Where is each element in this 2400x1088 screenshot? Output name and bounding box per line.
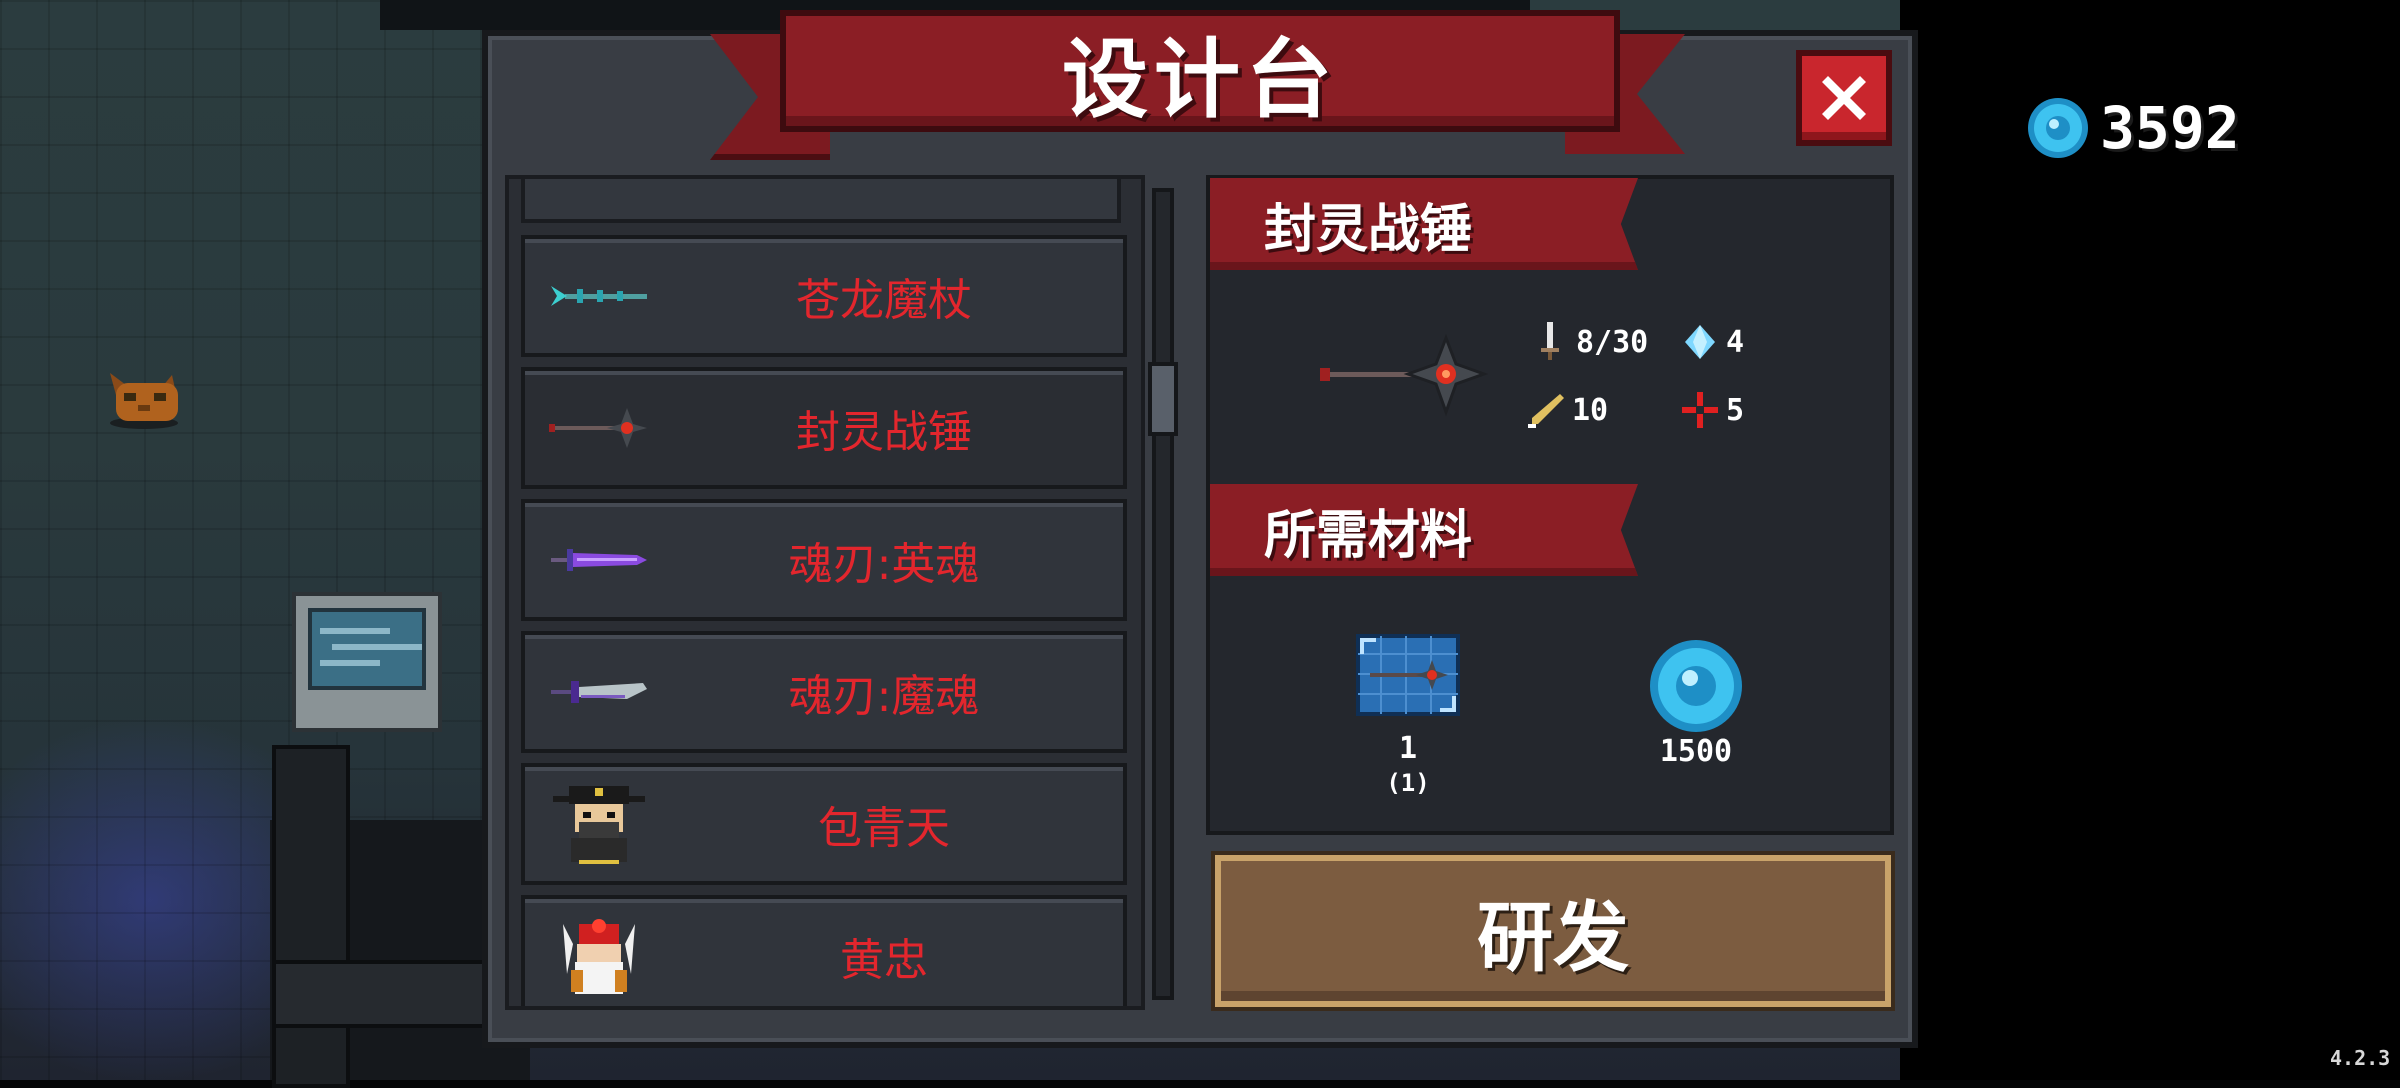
list-item-label: 苍龙魔杖 <box>796 275 972 326</box>
close-x-icon <box>1822 76 1866 120</box>
list-item-huang-zhong[interactable]: 黄忠 <box>521 895 1127 1006</box>
currency-display: 3592 <box>2026 94 2240 162</box>
material-blueprint-count: 1 (1) <box>1386 731 1430 798</box>
crosshair-icon <box>1682 392 1718 428</box>
research-button[interactable]: 研发 <box>1215 855 1891 1007</box>
scrollbar-track[interactable] <box>1152 188 1174 1000</box>
spiked-mace-icon <box>549 408 647 448</box>
stat-damage: 8/30 <box>1530 322 1648 362</box>
list-item-partial <box>521 179 1121 223</box>
dragon-staff-icon <box>551 286 647 306</box>
gem-amount: 3592 <box>2100 94 2240 162</box>
list-item-label: 魂刃:英魂 <box>788 539 980 590</box>
item-name-banner: 封灵战锤 <box>1210 178 1638 270</box>
list-item-label: 黄忠 <box>840 935 928 986</box>
recipe-list[interactable]: 苍龙魔杖 封灵战锤 魂刃:英魂 魂刃:魔魂 包青天 黄忠 <box>505 175 1145 1010</box>
purple-blade-icon <box>551 681 647 703</box>
judge-character-icon <box>553 786 645 864</box>
gem-icon[interactable] <box>1646 636 1746 736</box>
gem-icon <box>2028 98 2088 158</box>
purple-sword-icon <box>551 549 647 571</box>
list-item-soul-blade-hero[interactable]: 魂刃:英魂 <box>521 499 1127 621</box>
close-button[interactable] <box>1796 50 1892 146</box>
list-item-spiked-mace[interactable]: 封灵战锤 <box>521 367 1127 489</box>
list-item-soul-blade-demon[interactable]: 魂刃:魔魂 <box>521 631 1127 753</box>
wall-segment <box>272 745 350 1088</box>
materials-title: 所需材料 <box>1264 505 1473 566</box>
list-item-dragon-staff[interactable]: 苍龙魔杖 <box>521 235 1127 357</box>
stat-accuracy: 10 <box>1526 390 1608 430</box>
sword-icon <box>1541 322 1559 360</box>
item-name: 封灵战锤 <box>1264 199 1473 260</box>
computer-terminal <box>292 592 442 742</box>
stat-critical: 5 <box>1680 390 1744 430</box>
list-item-bao-qingtian[interactable]: 包青天 <box>521 763 1127 885</box>
dialog-title-banner: 设计台 <box>780 10 1620 132</box>
list-item-label: 封灵战锤 <box>796 407 972 458</box>
material-gem-count: 1500 <box>1659 734 1733 769</box>
materials-banner: 所需材料 <box>1210 484 1638 576</box>
scrollbar-thumb[interactable] <box>1148 362 1178 436</box>
list-item-label: 魂刃:魔魂 <box>788 671 980 722</box>
energy-crystal-icon <box>1685 325 1715 359</box>
stat-energy: 4 <box>1680 322 1744 362</box>
blueprint-icon[interactable] <box>1356 634 1460 716</box>
dialog-title: 设计台 <box>1062 29 1338 130</box>
cat-pet-icon <box>110 373 178 429</box>
list-item-label: 包青天 <box>818 803 950 854</box>
version-label: 4.2.3 <box>2330 1046 2391 1070</box>
spiked-mace-icon <box>1320 333 1488 417</box>
general-character-icon <box>563 919 635 994</box>
dark-void <box>1900 0 2400 1080</box>
feather-icon <box>1528 394 1564 428</box>
